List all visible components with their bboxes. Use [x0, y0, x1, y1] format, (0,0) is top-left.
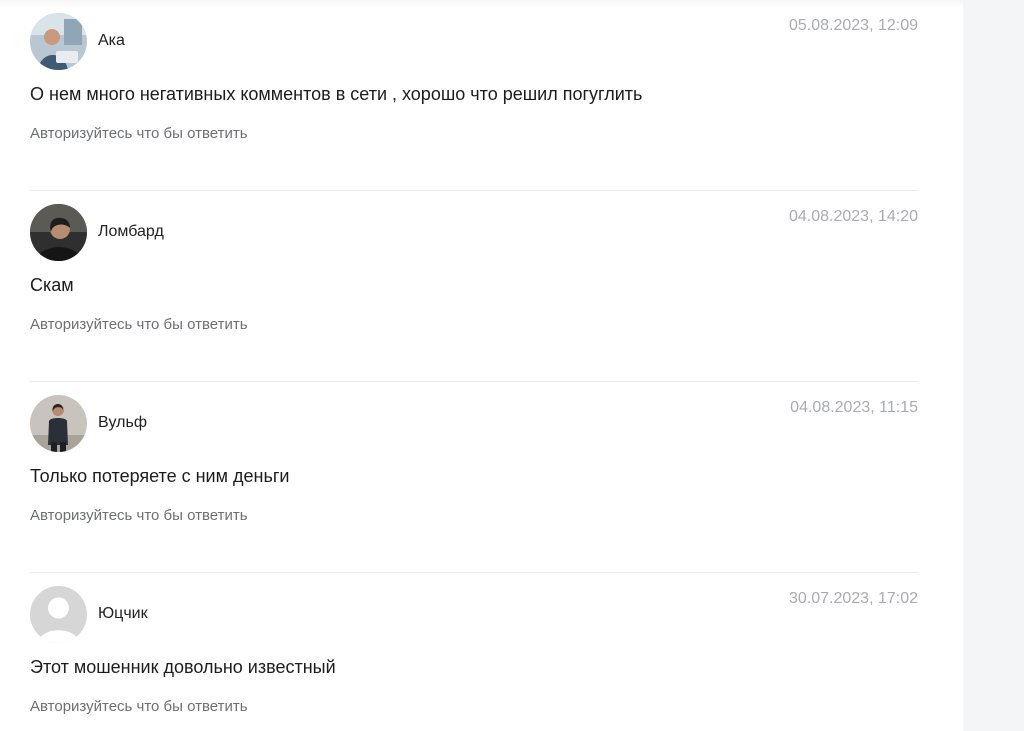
photo-person-with-laptop-icon [30, 13, 87, 70]
comment-item: Ака 05.08.2023, 12:09 О нем много негати… [30, 0, 918, 191]
comment-author[interactable]: Ака [98, 32, 125, 50]
page: Ака 05.08.2023, 12:09 О нем много негати… [0, 0, 1024, 731]
comment-date: 04.08.2023, 14:20 [788, 208, 918, 225]
comment-item: Ломбард 04.08.2023, 14:20 Скам Авторизуй… [30, 191, 918, 382]
reply-login-link[interactable]: Авторизуйтесь что бы ответить [30, 507, 248, 524]
reply-login-link[interactable]: Авторизуйтесь что бы ответить [30, 125, 248, 142]
comment-author[interactable]: Юцчик [98, 605, 148, 623]
avatar[interactable] [30, 204, 87, 261]
right-side-panel [963, 0, 1024, 731]
comment-date: 30.07.2023, 17:02 [788, 590, 918, 607]
comment-date: 05.08.2023, 12:09 [788, 17, 918, 34]
comment-item: Юцчик 30.07.2023, 17:02 Этот мошенник до… [30, 573, 918, 731]
comment-item: Вульф 04.08.2023, 11:15 Только потеряете… [30, 382, 918, 573]
avatar[interactable] [30, 395, 87, 452]
avatar[interactable] [30, 13, 87, 70]
comment-date: 04.08.2023, 11:15 [790, 399, 918, 416]
comments-section: Ака 05.08.2023, 12:09 О нем много негати… [0, 0, 963, 731]
comment-text: Скам [30, 275, 74, 295]
avatar[interactable] [30, 586, 87, 643]
reply-login-link[interactable]: Авторизуйтесь что бы ответить [30, 698, 248, 715]
reply-login-link[interactable]: Авторизуйтесь что бы ответить [30, 316, 248, 333]
comment-author[interactable]: Ломбард [98, 223, 164, 241]
photo-person-standing-icon [30, 395, 87, 452]
comment-text: Только потеряете с ним деньги [30, 466, 290, 486]
comment-text: О нем много негативных комментов в сети … [30, 84, 643, 104]
photo-person-dark-icon [30, 204, 87, 261]
default-user-icon [30, 586, 87, 643]
comment-author[interactable]: Вульф [98, 414, 147, 432]
comment-text: Этот мошенник довольно известный [30, 657, 336, 677]
